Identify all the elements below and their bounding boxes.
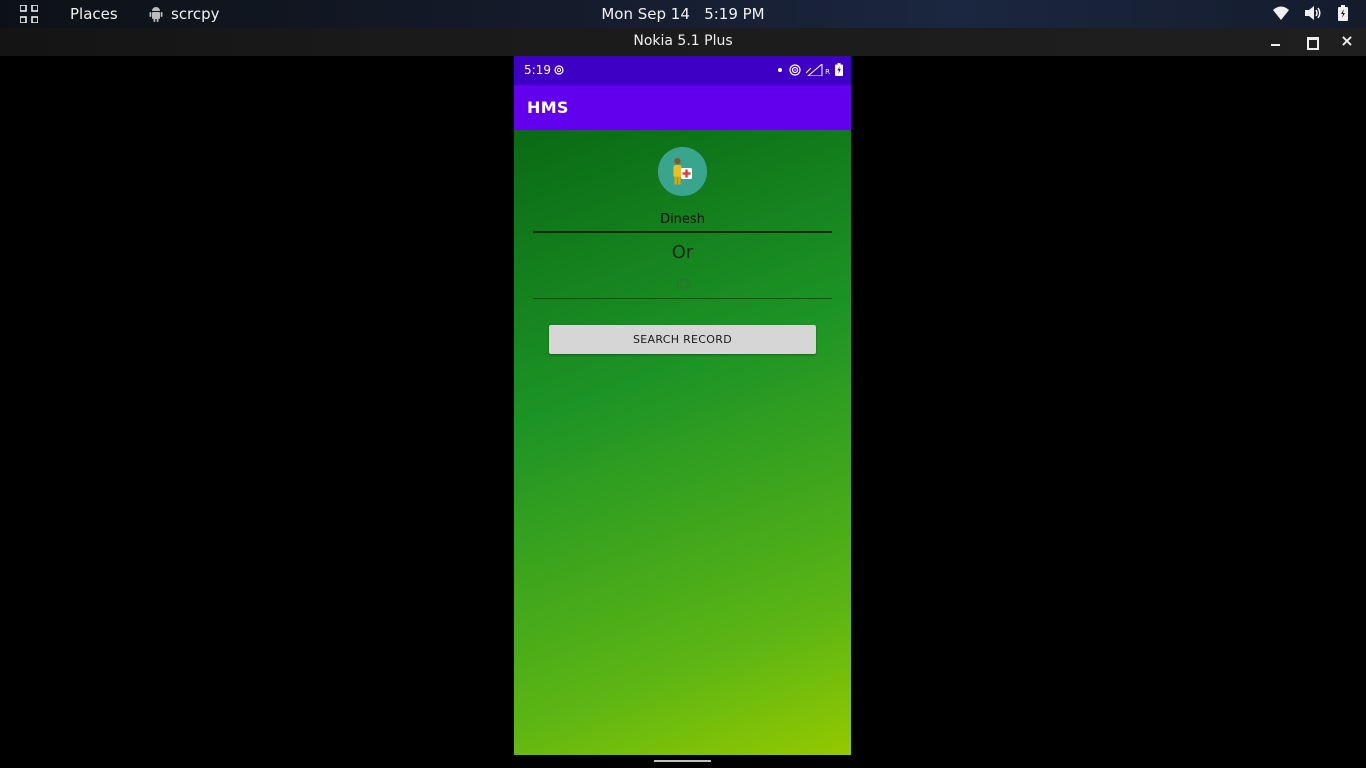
app-toolbar: HMS (514, 85, 851, 130)
clock-date[interactable]: Mon Sep 14 (601, 5, 690, 23)
clock-time[interactable]: 5:19 PM (704, 5, 764, 23)
volume-icon (1305, 6, 1321, 20)
roaming-label: R (825, 67, 830, 76)
apps-grid-icon[interactable] (20, 5, 38, 23)
status-time-group: 5:19 (524, 63, 564, 77)
window-titlebar[interactable]: Nokia 5.1 Plus × (0, 28, 1366, 56)
patient-medical-icon (658, 147, 707, 196)
wifi-icon (1273, 6, 1289, 20)
battery-icon (1338, 5, 1348, 21)
system-tray[interactable] (1273, 5, 1348, 21)
search-form: Dinesh Or ID SEARCH RECORD (514, 130, 851, 755)
android-icon (149, 7, 163, 22)
minimize-icon[interactable] (1268, 34, 1282, 48)
search-record-button[interactable]: SEARCH RECORD (549, 325, 816, 354)
close-icon[interactable]: × (1340, 33, 1354, 49)
phone-screen: 5:19 R HMS Dinesh Or ID SEARCH RECORD (514, 56, 851, 755)
app-title: HMS (527, 98, 569, 117)
android-status-bar: 5:19 R (514, 56, 851, 85)
notification-dot-icon (778, 67, 783, 72)
app-name: scrcpy (171, 5, 220, 23)
status-time: 5:19 (524, 63, 551, 77)
app-menu[interactable]: scrcpy (149, 5, 220, 23)
hotspot-icon (789, 63, 801, 76)
id-input[interactable]: ID (533, 278, 832, 299)
signal-icon (806, 63, 823, 76)
battery-charging-icon (835, 63, 843, 76)
status-icons: R (776, 63, 843, 76)
maximize-icon[interactable] (1304, 34, 1319, 50)
name-input[interactable]: Dinesh (533, 210, 832, 233)
places-menu[interactable]: Places (70, 5, 118, 23)
home-indicator-bar[interactable] (654, 760, 711, 762)
or-separator-label: Or (671, 242, 694, 263)
window-title: Nokia 5.1 Plus (633, 33, 733, 49)
window-controls: × (1268, 33, 1354, 50)
at-sign-icon (554, 65, 564, 75)
system-top-bar: Places scrcpy Mon Sep 14 5:19 PM (0, 0, 1366, 28)
